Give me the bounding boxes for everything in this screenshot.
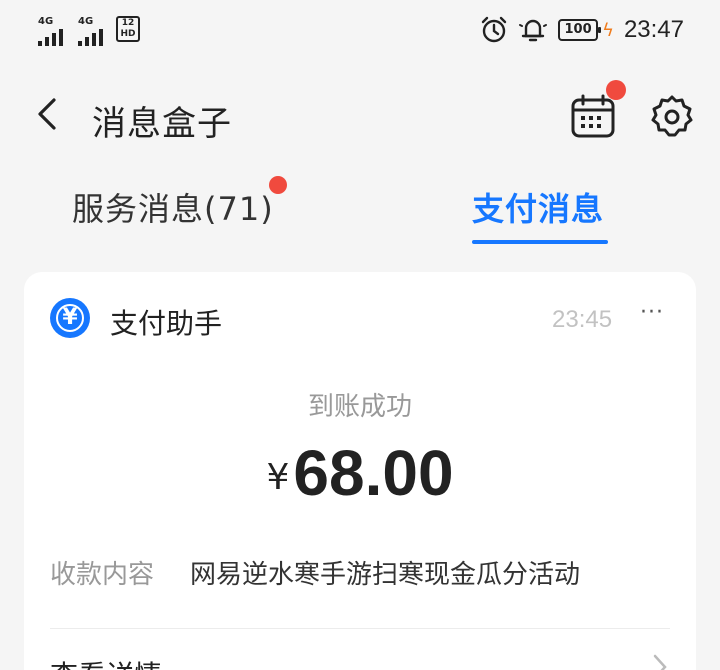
page-title: 消息盒子	[92, 104, 232, 144]
service-notification-dot	[269, 176, 287, 194]
tab-service-messages[interactable]: 服务消息(71)	[72, 184, 274, 230]
payment-amount: 68.00	[293, 437, 454, 509]
amount-row: ¥68.00	[24, 436, 696, 510]
status-time: 23:47	[623, 16, 684, 43]
alarm-icon	[481, 16, 507, 43]
view-details-link[interactable]: 查看详情	[50, 654, 162, 670]
back-arrow-icon[interactable]	[30, 94, 70, 134]
charging-icon: ϟ	[602, 19, 614, 41]
settings-gear-icon[interactable]	[648, 92, 696, 140]
divider	[50, 628, 670, 629]
signal-bars-icon	[78, 29, 108, 46]
tab-payment-messages[interactable]: 支付消息	[472, 184, 604, 230]
tab-bar: 服务消息(71) 支付消息	[0, 170, 720, 250]
more-options-icon[interactable]: ···	[640, 300, 664, 325]
status-right: 100 ϟ 23:47	[480, 14, 684, 46]
payment-assistant-logo-icon: ¥	[50, 298, 90, 338]
network-label-1: 4G	[38, 16, 54, 27]
status-bar: 4G 4G 12 HD 100 ϟ 23:47	[0, 0, 720, 60]
signal-bars-icon	[38, 29, 68, 46]
currency-symbol: ¥	[266, 457, 290, 498]
message-time: 23:45	[552, 306, 613, 333]
network-label-2: 4G	[78, 16, 94, 27]
calendar-notification-dot	[606, 80, 626, 100]
chevron-right-icon[interactable]	[650, 652, 670, 670]
calendar-icon[interactable]	[568, 92, 618, 140]
payment-message-card: ¥ 支付助手 23:45 ··· 到账成功 ¥68.00 收款内容 网易逆水寒手…	[24, 272, 696, 670]
message-sender: 支付助手	[110, 307, 223, 340]
payment-status: 到账成功	[307, 392, 412, 422]
battery-icon: 100	[558, 19, 602, 41]
bell-icon	[519, 19, 548, 42]
active-tab-indicator	[472, 240, 608, 244]
hd-badge: 12 HD	[116, 16, 140, 42]
detail-label: 收款内容	[50, 560, 155, 590]
detail-value: 网易逆水寒手游扫寒现金瓜分活动	[190, 560, 581, 590]
